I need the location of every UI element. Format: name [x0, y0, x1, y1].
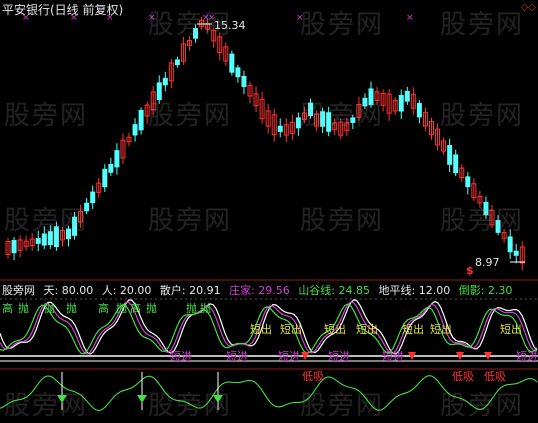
candle-body — [277, 125, 283, 132]
dollar-marker: $ — [466, 264, 474, 277]
candle-body — [162, 77, 168, 86]
watermark: 股旁网 — [440, 10, 525, 40]
signal-short-out: 短出 — [430, 323, 452, 336]
watermark: 股旁网 — [300, 391, 385, 421]
candle-body — [447, 145, 453, 165]
candle-body — [132, 124, 138, 136]
signal-buy-low: 低吸 — [452, 370, 474, 383]
signal-buy-low: 低吸 — [484, 370, 506, 383]
signal-short-in: 短进 — [382, 350, 404, 363]
signal-label: 抛 — [146, 302, 157, 315]
signal-label: 高 — [2, 302, 13, 315]
candle-body — [241, 75, 247, 87]
signal-short-in: 短进 — [516, 350, 538, 363]
signal-short-in: 短进 — [278, 350, 300, 363]
candle-body — [398, 94, 404, 112]
watermark: 股旁网 — [440, 206, 525, 236]
chart-window: × × × × × × × × 平安银行(日线 前复权) ◇◇ 股旁网 股旁网 股旁网 股旁网… — [0, 0, 538, 423]
signal-short-out: 短出 — [280, 323, 302, 336]
watermark: 股旁网 — [4, 391, 89, 421]
signal-short-in: 短进 — [170, 350, 192, 363]
watermark: 股旁网 — [300, 10, 385, 40]
signal-short-out: 短出 — [356, 323, 378, 336]
signal-short-out: 短出 — [500, 323, 522, 336]
signal-label: 抛 — [66, 302, 77, 315]
candle-body — [513, 250, 519, 256]
candle-body — [90, 191, 96, 204]
cross-marker: × — [406, 13, 414, 23]
candle-body — [416, 103, 422, 118]
signal-label: 抛 — [18, 302, 29, 315]
indicator-sanhu: 散户: 20.91 — [159, 284, 221, 297]
indicator-bar: 股旁网 天: 80.00 人: 20.00 散户: 20.91 庄家: 29.5… — [2, 282, 517, 298]
signal-short-out: 短出 — [250, 323, 272, 336]
signal-label: 抛 — [116, 302, 127, 315]
candle-body — [138, 110, 144, 131]
watermark: 股旁网 — [300, 101, 385, 131]
candle-body — [174, 59, 180, 66]
watermark: 股旁网 — [300, 206, 385, 236]
stock-title: 平安银行(日线 前复权) — [2, 3, 124, 17]
candle-body — [453, 154, 459, 174]
signal-label: 抛 — [200, 302, 211, 315]
candle-body — [108, 164, 114, 173]
indicator-site: 股旁网 — [2, 284, 35, 297]
signal-short-in: 短进 — [226, 350, 248, 363]
candle-body — [229, 53, 235, 73]
low-price-label: 8.97 — [475, 256, 500, 269]
indicator-shangu: 山谷线: 24.85 — [298, 284, 371, 297]
signal-label: 高 — [98, 302, 109, 315]
candle-body — [404, 90, 410, 102]
indicator-zhuangjia: 庄家: 29.56 — [229, 284, 290, 297]
signal-short-out: 短出 — [402, 323, 424, 336]
green-arrow-marker — [137, 395, 147, 403]
watermark: 股旁网 — [148, 206, 233, 236]
candle-body — [465, 176, 471, 188]
candle-body — [102, 168, 108, 188]
signal-label: 抛 — [44, 302, 55, 315]
indicator-ren: 人: 20.00 — [101, 284, 152, 297]
watermark: 股旁网 — [4, 206, 89, 236]
watermark: 股旁网 — [4, 101, 89, 131]
signal-label: 高 — [130, 302, 141, 315]
indicator-dipingxian: 地平线: 12.00 — [378, 284, 451, 297]
signal-short-out: 短出 — [324, 323, 346, 336]
watermark: 股旁网 — [148, 391, 233, 421]
signal-buy-low: 低吸 — [302, 370, 324, 383]
candle-body — [114, 150, 120, 168]
candle-body — [235, 67, 241, 78]
signal-label: 抛 — [186, 302, 197, 315]
candle-body — [11, 240, 17, 254]
indicator-tian: 天: 80.00 — [43, 284, 94, 297]
candle-body — [35, 238, 41, 244]
signal-short-in: 短进 — [328, 350, 350, 363]
watermark: 股旁网 — [440, 101, 525, 131]
watermark: 股旁网 — [148, 101, 233, 131]
candle-body — [507, 236, 513, 253]
indicator-daoying: 倒影: 2.30 — [458, 284, 513, 297]
watermark: 股旁网 — [440, 391, 525, 421]
high-price-label: 15.34 — [214, 19, 246, 32]
